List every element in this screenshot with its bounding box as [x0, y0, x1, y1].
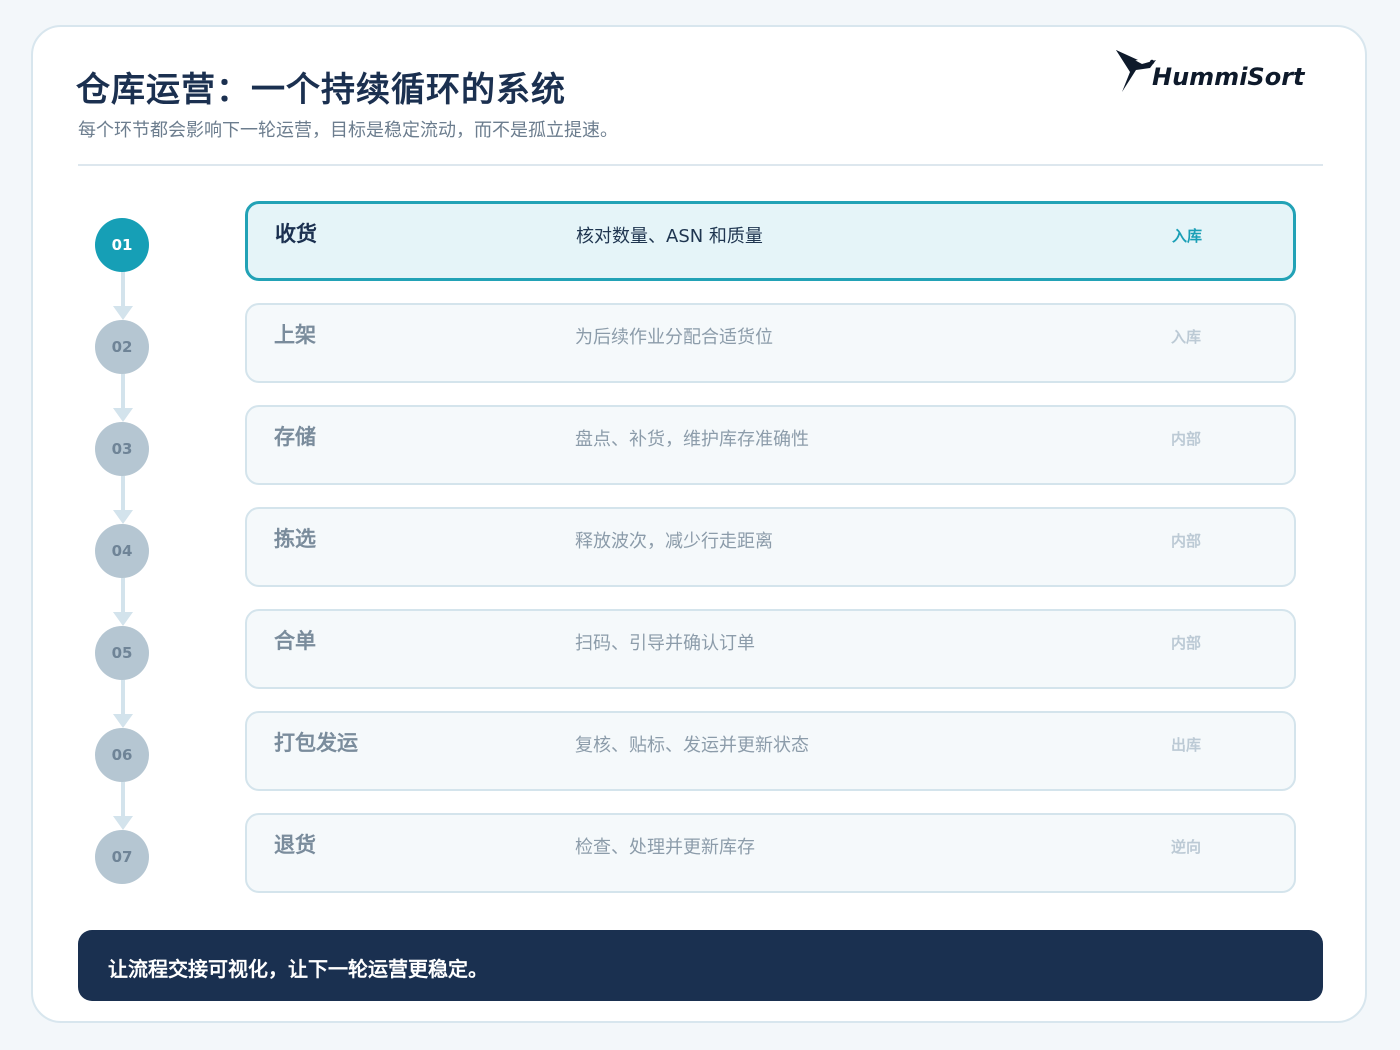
- step-tag: 入库: [1172, 227, 1203, 245]
- step-card-01[interactable]: 收货 核对数量、ASN 和质量 入库: [245, 201, 1296, 281]
- step-node-02: 02: [95, 320, 149, 374]
- step-description: 为后续作业分配合适货位: [575, 327, 773, 348]
- footer-text: 让流程交接可视化，让下一轮运营更稳定。: [108, 957, 488, 981]
- step-connector: [121, 782, 125, 816]
- arrow-down-icon: [113, 714, 133, 728]
- step-node-05: 05: [95, 626, 149, 680]
- step-tag: 内部: [1171, 532, 1202, 550]
- step-node-04: 04: [95, 524, 149, 578]
- logo-text: HummiSort: [1152, 63, 1306, 91]
- step-card-03[interactable]: 存储 盘点、补货，维护库存准确性 内部: [245, 405, 1296, 485]
- step-description: 复核、贴标、发运并更新状态: [575, 735, 809, 756]
- step-connector: [121, 476, 125, 510]
- step-node-01: 01: [95, 218, 149, 272]
- step-card-07[interactable]: 退货 检查、处理并更新库存 逆向: [245, 813, 1296, 893]
- step-connector: [121, 272, 125, 306]
- step-description: 扫码、引导并确认订单: [575, 633, 755, 654]
- footer-banner: 让流程交接可视化，让下一轮运营更稳定。: [78, 930, 1323, 1001]
- step-name: 存储: [274, 425, 316, 449]
- step-name: 上架: [274, 323, 316, 347]
- step-name: 拣选: [274, 527, 316, 551]
- step-connector: [121, 680, 125, 714]
- step-name: 退货: [274, 833, 316, 857]
- step-tag: 内部: [1171, 634, 1202, 652]
- arrow-down-icon: [113, 510, 133, 524]
- step-node-03: 03: [95, 422, 149, 476]
- hummingbird-icon: HummiSort: [1116, 50, 1306, 92]
- step-tag: 入库: [1171, 328, 1202, 346]
- header-divider: [78, 164, 1323, 166]
- step-description: 释放波次，减少行走距离: [575, 531, 773, 552]
- step-description: 检查、处理并更新库存: [575, 837, 755, 858]
- arrow-down-icon: [113, 306, 133, 320]
- step-card-04[interactable]: 拣选 释放波次，减少行走距离 内部: [245, 507, 1296, 587]
- step-connector: [121, 578, 125, 612]
- step-card-02[interactable]: 上架 为后续作业分配合适货位 入库: [245, 303, 1296, 383]
- step-node-07: 07: [95, 830, 149, 884]
- step-description: 核对数量、ASN 和质量: [576, 226, 763, 247]
- step-name: 收货: [275, 222, 317, 246]
- step-node-06: 06: [95, 728, 149, 782]
- step-connector: [121, 374, 125, 408]
- page-subtitle: 每个环节都会影响下一轮运营，目标是稳定流动，而不是孤立提速。: [78, 120, 618, 141]
- step-tag: 出库: [1171, 736, 1202, 754]
- step-description: 盘点、补货，维护库存准确性: [575, 429, 809, 450]
- step-tag: 内部: [1171, 430, 1202, 448]
- arrow-down-icon: [113, 408, 133, 422]
- step-tag: 逆向: [1171, 838, 1202, 856]
- step-name: 合单: [274, 629, 316, 653]
- step-card-05[interactable]: 合单 扫码、引导并确认订单 内部: [245, 609, 1296, 689]
- arrow-down-icon: [113, 816, 133, 830]
- arrow-down-icon: [113, 612, 133, 626]
- step-name: 打包发运: [274, 731, 358, 755]
- hummisort-logo: HummiSort: [1112, 46, 1312, 96]
- page-title: 仓库运营：一个持续循环的系统: [76, 70, 566, 110]
- step-card-06[interactable]: 打包发运 复核、贴标、发运并更新状态 出库: [245, 711, 1296, 791]
